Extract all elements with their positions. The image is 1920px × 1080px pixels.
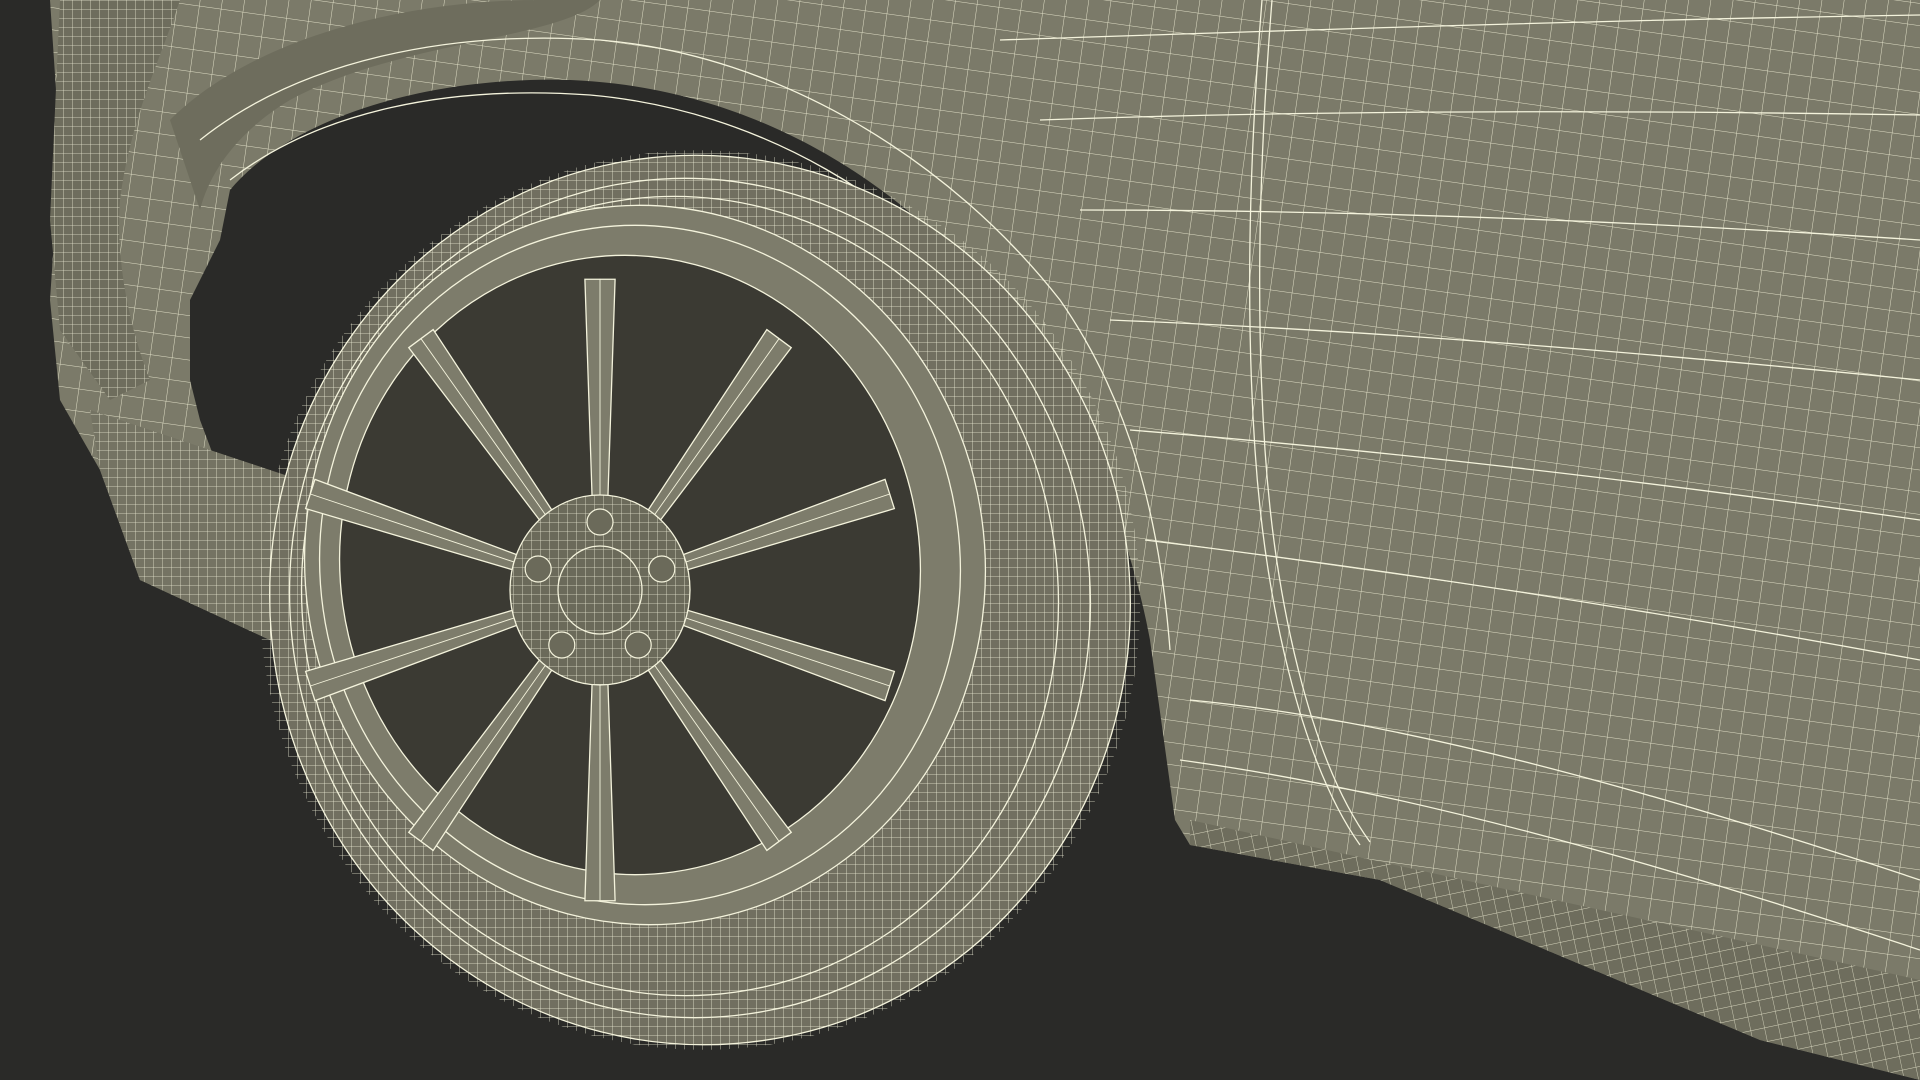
lug-nut [548,631,576,659]
render-viewport [0,0,1920,1080]
lug-nut [624,631,652,659]
lug-nut [648,555,676,583]
wireframe-scene [0,0,1920,1080]
lug-nut [586,508,614,536]
lug-nut [524,555,552,583]
